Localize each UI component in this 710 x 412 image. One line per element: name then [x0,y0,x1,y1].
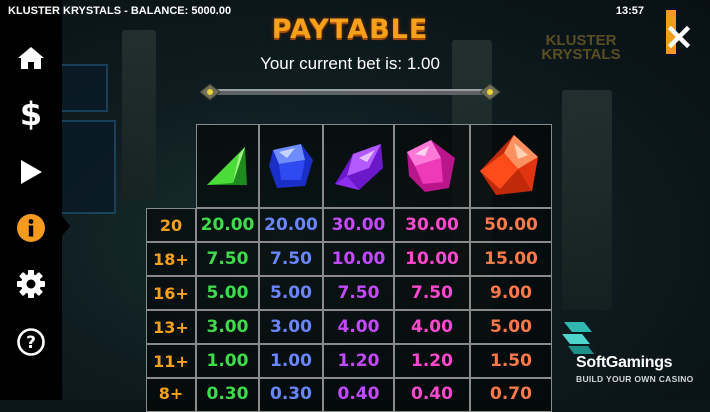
sidebar-item-info[interactable] [0,206,62,250]
green-gem-icon [206,147,247,185]
help-icon: ? [17,328,45,356]
payout-cell: 7.50 [196,242,259,276]
payout-cell: 50.00 [470,208,552,242]
sidebar-item-settings[interactable] [0,262,62,306]
payout-cell: 1.20 [394,344,470,378]
payout-cell: 1.50 [470,344,552,378]
payout-cell: 7.50 [394,276,470,310]
row-count: 13+ [146,310,196,344]
close-icon [667,25,691,49]
payout-cell: 10.00 [323,242,394,276]
game-title: KLUSTER KRYSTALS - BALANCE: 5000.00 [8,5,232,17]
payout-cell: 10.00 [394,242,470,276]
row-count: 11+ [146,344,196,378]
payout-cell: 20.00 [196,208,259,242]
sidebar-item-bet[interactable]: $ [0,92,62,136]
background-pillar [562,90,612,310]
home-icon [18,47,44,69]
payout-cell: 1.00 [196,344,259,378]
payout-cell: 1.00 [259,344,323,378]
symbol-header-pink [394,124,470,208]
payout-cell: 7.50 [323,276,394,310]
payout-cell: 7.50 [259,242,323,276]
play-icon [21,160,42,184]
sidebar-item-home[interactable] [0,36,62,80]
payout-cell: 3.00 [259,310,323,344]
softgamings-name: SoftGamings [576,354,673,371]
blue-gem-icon [269,144,313,188]
symbol-header-green [196,124,259,208]
sidebar-item-autoplay[interactable] [0,150,62,194]
symbol-header-blue [259,124,323,208]
sidebar-item-help[interactable]: ? [0,320,62,364]
pink-gem-icon [407,140,455,192]
payout-cell: 3.00 [196,310,259,344]
payout-cell: 5.00 [470,310,552,344]
payout-cell: 9.00 [470,276,552,310]
svg-text:$: $ [20,97,42,131]
background-pillar [122,30,156,200]
dollar-icon: $ [20,97,42,131]
active-indicator [62,216,70,236]
header-divider-bar [199,83,501,101]
sidebar: $ ? [0,0,62,400]
row-count: 18+ [146,242,196,276]
background-game-logo: KLUSTER KRYSTALS [541,32,621,63]
softgamings-tagline: BUILD YOUR OWN CASINO [576,374,694,384]
payout-cell: 0.30 [259,378,323,412]
payout-cell: 20.00 [259,208,323,242]
payout-cell: 5.00 [259,276,323,310]
symbol-header-red [470,124,552,208]
close-button[interactable] [667,25,691,49]
payout-cell: 0.70 [470,378,552,412]
row-count: 8+ [146,378,196,412]
purple-gem-icon [334,144,383,190]
top-bar: KLUSTER KRYSTALS - BALANCE: 5000.00 13:5… [0,0,710,22]
svg-text:?: ? [26,333,36,353]
payout-cell: 0.30 [196,378,259,412]
clock: 13:57 [615,5,644,17]
payout-cell: 0.40 [323,378,394,412]
row-count: 20 [146,208,196,242]
softgamings-brand: SoftGamings BUILD YOUR OWN CASINO [558,318,708,388]
payout-cell: 30.00 [323,208,394,242]
background-win-panel [60,64,108,112]
red-gem-icon [480,135,538,195]
payout-cell: 15.00 [470,242,552,276]
gear-icon [17,270,45,298]
symbol-header-purple [323,124,394,208]
background-panel [60,120,116,214]
payout-cell: 30.00 [394,208,470,242]
row-count: 16+ [146,276,196,310]
payout-cell: 5.00 [196,276,259,310]
payout-cell: 0.40 [394,378,470,412]
payout-cell: 4.00 [323,310,394,344]
info-icon [17,214,45,242]
softgamings-logo-icon [562,322,594,354]
payout-cell: 4.00 [394,310,470,344]
payout-cell: 1.20 [323,344,394,378]
current-bet-text: Your current bet is: 1.00 [260,54,440,73]
